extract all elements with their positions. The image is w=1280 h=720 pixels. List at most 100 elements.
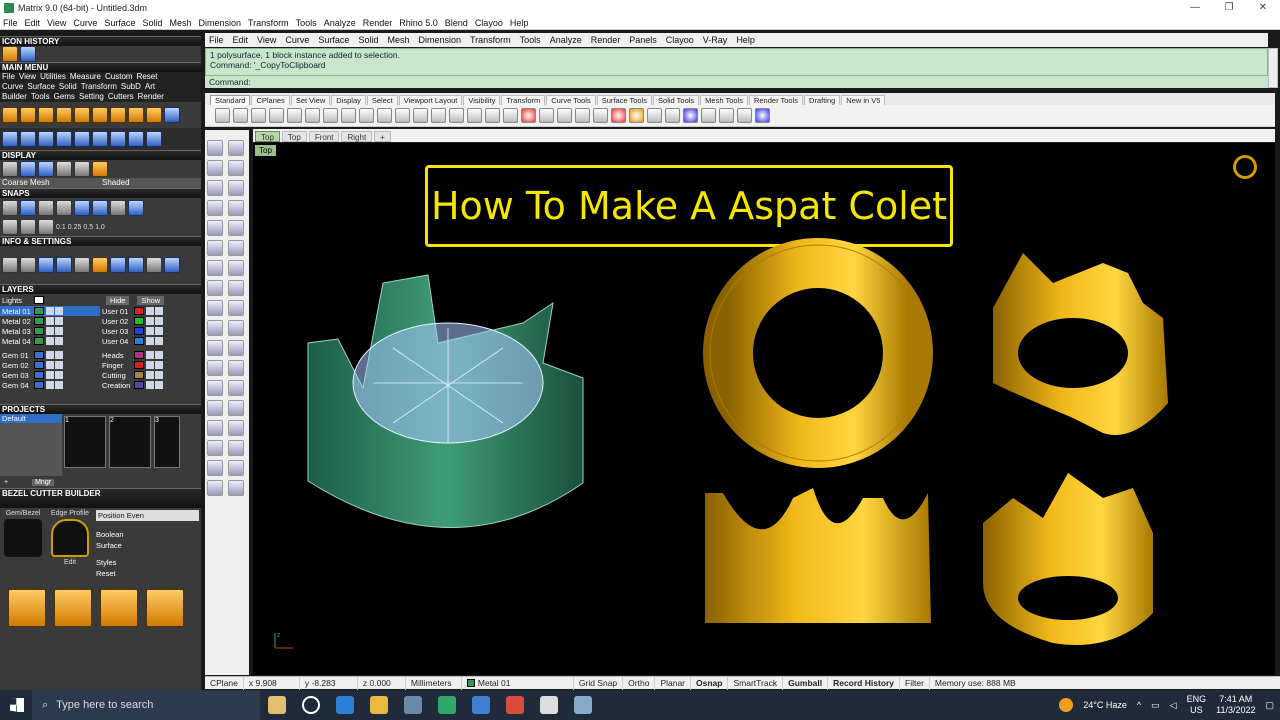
- chrome-icon[interactable]: [506, 696, 524, 714]
- gold-collet-angled-view[interactable]: [983, 473, 1153, 645]
- rotate-view-icon[interactable]: [485, 108, 500, 123]
- filter-icon[interactable]: [164, 257, 180, 273]
- snap-value-10[interactable]: 1.0: [95, 224, 105, 231]
- layer-visible-icon[interactable]: [155, 307, 163, 315]
- green-collet-model[interactable]: [307, 274, 584, 528]
- gold-collet-top-view[interactable]: [703, 238, 933, 468]
- zoom-window-icon[interactable]: [431, 108, 446, 123]
- boolean-icon[interactable]: [207, 320, 223, 336]
- display-mode-mesh[interactable]: Coarse Mesh: [2, 178, 98, 188]
- trim-icon[interactable]: [228, 400, 244, 416]
- snap-center-icon[interactable]: [74, 200, 90, 216]
- view-zoom-icon[interactable]: [92, 131, 108, 147]
- ortho-icon[interactable]: [20, 219, 36, 235]
- menu-tools[interactable]: Tools: [296, 18, 317, 28]
- weather-icon[interactable]: [1059, 698, 1074, 712]
- points-off-icon[interactable]: [228, 480, 244, 496]
- task-view-icon[interactable]: [302, 696, 320, 714]
- layer-visible-icon[interactable]: [155, 361, 163, 369]
- snaps-header[interactable]: SNAPS: [0, 188, 201, 198]
- help-icon[interactable]: [755, 108, 770, 123]
- mm-custom[interactable]: Custom: [105, 72, 133, 82]
- mm-solid[interactable]: Solid: [59, 82, 77, 92]
- edge-profile-edit[interactable]: Edit: [48, 559, 92, 566]
- display-mode-shaded[interactable]: Shaded: [102, 178, 130, 188]
- mm-measure[interactable]: Measure: [70, 72, 101, 82]
- layer-lock-icon[interactable]: [146, 307, 154, 315]
- dimension-icon[interactable]: [228, 300, 244, 316]
- snap-value-01[interactable]: 0.1: [56, 224, 66, 231]
- mm-file[interactable]: File: [2, 72, 15, 82]
- surface-option[interactable]: Surface: [96, 540, 199, 551]
- layer-visible-icon[interactable]: [155, 327, 163, 335]
- weather-text[interactable]: 24°C Haze: [1083, 700, 1127, 710]
- layer-color-icon[interactable]: [611, 108, 626, 123]
- rmenu-solid[interactable]: Solid: [358, 35, 378, 45]
- check-icon[interactable]: [228, 460, 244, 476]
- settings-icon[interactable]: [74, 257, 90, 273]
- text-icon[interactable]: [207, 300, 223, 316]
- tab-curve-tools[interactable]: Curve Tools: [546, 95, 596, 105]
- tab-select[interactable]: Select: [366, 95, 398, 105]
- surface-icon[interactable]: [207, 240, 223, 256]
- ungroup-icon[interactable]: [228, 440, 244, 456]
- layer-row[interactable]: Gem 04: [0, 380, 100, 390]
- project-thumb[interactable]: 1: [64, 416, 106, 468]
- info-icon[interactable]: [2, 257, 18, 273]
- tab-standard[interactable]: Standard: [210, 95, 251, 105]
- rectangle-icon[interactable]: [207, 200, 223, 216]
- layer-color-swatch[interactable]: [134, 371, 144, 379]
- rmenu-tools[interactable]: Tools: [520, 35, 541, 45]
- select-arrow-icon[interactable]: [207, 140, 223, 156]
- mm-gems[interactable]: Gems: [54, 92, 75, 102]
- import-icon[interactable]: [287, 108, 302, 123]
- info-settings-header[interactable]: INFO & SETTINGS: [0, 236, 201, 246]
- status-filter[interactable]: Filter: [900, 676, 930, 690]
- layer-visible-icon[interactable]: [155, 337, 163, 345]
- layer-visible-icon[interactable]: [55, 361, 63, 369]
- fillet-icon[interactable]: [207, 340, 223, 356]
- app-icon-cloud[interactable]: [404, 696, 422, 714]
- gold-collet-side-view[interactable]: [705, 488, 931, 623]
- group-icon[interactable]: [207, 440, 223, 456]
- layer-lock-icon[interactable]: [46, 371, 54, 379]
- menu-blend[interactable]: Blend: [445, 18, 468, 28]
- snap-mid-icon[interactable]: [56, 200, 72, 216]
- matrix-app-icon[interactable]: [438, 696, 456, 714]
- hide-button[interactable]: Hide: [106, 295, 130, 305]
- layer-row[interactable]: Cutting: [100, 370, 200, 380]
- tab-solid-tools[interactable]: Solid Tools: [653, 95, 700, 105]
- layer-visible-icon[interactable]: [55, 337, 63, 345]
- icon-history-header[interactable]: ICON HISTORY: [0, 36, 201, 46]
- close-button[interactable]: ✕: [1246, 0, 1280, 16]
- box-icon[interactable]: [207, 260, 223, 276]
- points-on-icon[interactable]: [207, 480, 223, 496]
- layer-row[interactable]: Gem 02: [0, 360, 100, 370]
- layer-visible-icon[interactable]: [155, 351, 163, 359]
- mesh-icon[interactable]: [228, 280, 244, 296]
- layer-row[interactable]: Metal 01: [0, 306, 100, 316]
- rmenu-panels[interactable]: Panels: [629, 35, 657, 45]
- project-manager-button[interactable]: Mngr: [32, 478, 55, 486]
- view-grid-icon[interactable]: [2, 131, 18, 147]
- ghosted-icon[interactable]: [56, 161, 72, 177]
- tab-visibility[interactable]: Visibility: [463, 95, 501, 105]
- app-icon-network[interactable]: [574, 696, 592, 714]
- mm-transform[interactable]: Transform: [81, 82, 117, 92]
- layer-icon[interactable]: [128, 257, 144, 273]
- tab-drafting[interactable]: Drafting: [804, 95, 841, 105]
- rmenu-transform[interactable]: Transform: [470, 35, 511, 45]
- mm-curve[interactable]: Curve: [2, 82, 23, 92]
- main-menu-header[interactable]: MAIN MENU: [0, 62, 201, 72]
- bezel-style-4-icon[interactable]: [146, 589, 184, 627]
- menu-help[interactable]: Help: [510, 18, 529, 28]
- render-icon[interactable]: [164, 107, 180, 123]
- settings-gear-icon[interactable]: [737, 108, 752, 123]
- layer-color-swatch[interactable]: [134, 381, 144, 389]
- rotate-icon[interactable]: [228, 360, 244, 376]
- rmenu-render[interactable]: Render: [591, 35, 621, 45]
- layer-row[interactable]: Creation: [100, 380, 200, 390]
- menu-edit[interactable]: Edit: [25, 18, 41, 28]
- layer-row[interactable]: Heads: [100, 350, 200, 360]
- layer-visible-icon[interactable]: [55, 307, 63, 315]
